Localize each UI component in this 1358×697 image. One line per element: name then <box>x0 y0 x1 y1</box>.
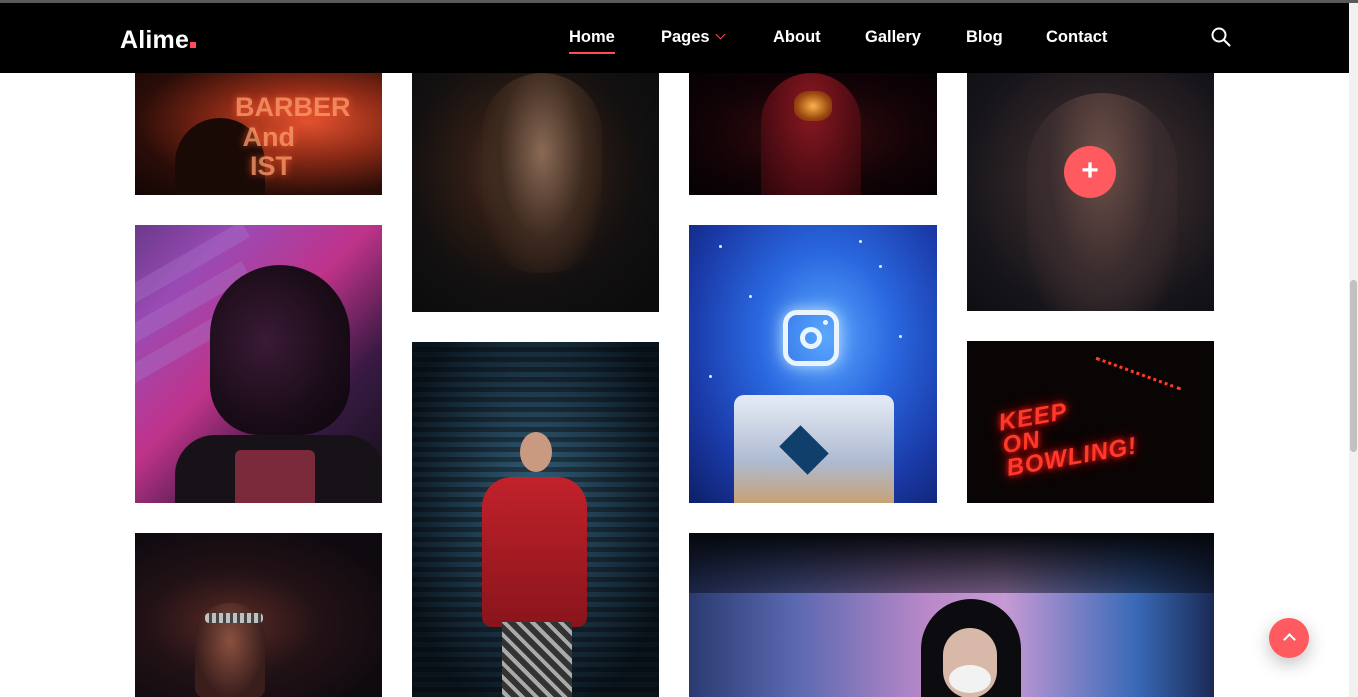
sparkle <box>749 295 752 298</box>
nav-pages-label: Pages <box>661 28 710 46</box>
led-mask <box>794 91 832 121</box>
painted-face-photo[interactable] <box>412 73 659 312</box>
red-jacket <box>482 477 587 627</box>
chevron-down-icon <box>715 29 726 40</box>
sparkle <box>899 335 902 338</box>
logo-text: Alime <box>120 26 190 54</box>
sparkle <box>879 265 882 268</box>
nav-gallery[interactable]: Gallery <box>865 28 921 47</box>
logo-dot <box>190 42 197 48</box>
scroll-to-top-button[interactable] <box>1269 618 1309 658</box>
sparkle <box>719 245 722 248</box>
instagram-bed-photo[interactable] <box>689 225 937 503</box>
barber-neon-sign: BARBER And IST <box>235 92 351 182</box>
face-mask <box>949 665 991 693</box>
expand-plus-button[interactable]: + <box>1064 146 1116 198</box>
page-scrollbar[interactable] <box>1349 3 1358 697</box>
painted-face <box>482 73 602 273</box>
portrait-head <box>210 265 350 435</box>
portrait-shirt <box>175 435 382 503</box>
headband-portrait-photo[interactable] <box>135 533 382 697</box>
keep-on-bowling-photo[interactable]: KEEP ON BOWLING! <box>967 341 1214 503</box>
scrollbar-thumb[interactable] <box>1350 280 1357 452</box>
headband <box>205 613 263 623</box>
nav-contact[interactable]: Contact <box>1046 28 1107 47</box>
search-icon[interactable] <box>1210 26 1232 48</box>
patterned-pants <box>502 622 572 697</box>
ceiling-shadow <box>689 533 1214 593</box>
nav-home[interactable]: Home <box>569 28 615 54</box>
red-hoodie-mask-photo[interactable] <box>689 73 937 195</box>
barber-neon-photo[interactable]: BARBER And IST <box>135 73 382 195</box>
site-header: Alime Home Pages About Gallery Blog Cont… <box>0 3 1349 73</box>
purple-portrait-photo[interactable] <box>135 225 382 503</box>
red-jacket-girl-photo[interactable] <box>412 342 659 697</box>
man-silhouette <box>1027 93 1177 311</box>
nav-blog[interactable]: Blog <box>966 28 1003 47</box>
bowling-neon-sign: KEEP ON BOWLING! <box>996 397 1140 482</box>
instagram-icon <box>783 310 839 366</box>
site-logo[interactable]: Alime <box>120 26 197 55</box>
smoke-hoodie-photo[interactable] <box>689 533 1214 697</box>
sparkle <box>709 375 712 378</box>
nav-pages[interactable]: Pages <box>661 28 726 47</box>
girl-head <box>520 432 552 472</box>
sparkle <box>859 240 862 243</box>
nav-about[interactable]: About <box>773 28 821 47</box>
